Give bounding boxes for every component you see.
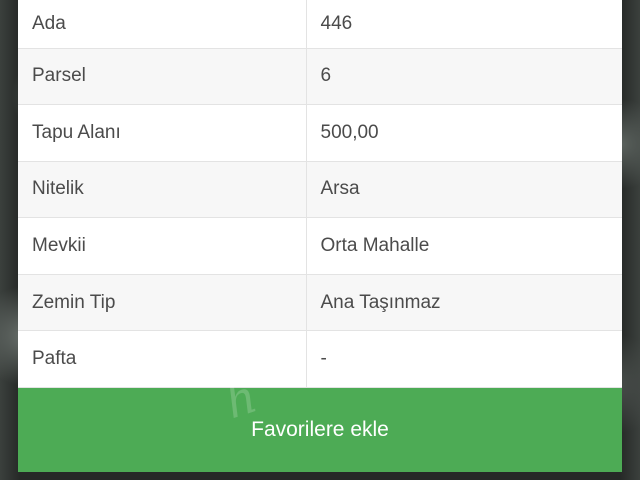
row-label-zemin-tip: Zemin Tip (18, 274, 307, 332)
row-value-pafta: - (306, 330, 622, 389)
row-label-pafta: Pafta (18, 330, 307, 389)
parcel-details-panel: Ada 446 Parsel 6 Tapu Alanı 500,00 Nitel… (18, 0, 622, 472)
table-row: Nitelik Arsa (18, 161, 622, 219)
table-row: Zemin Tip Ana Taşınmaz (18, 274, 622, 332)
row-label-parsel: Parsel (18, 48, 307, 106)
table-row: Ada 446 (18, 0, 622, 49)
table-row: Parsel 6 (18, 48, 622, 106)
add-to-favorites-button[interactable]: Favorilere ekle (18, 388, 622, 472)
table-row: Mevkii Orta Mahalle (18, 217, 622, 275)
table-row: Pafta - (18, 330, 622, 389)
parcel-details-table: Ada 446 Parsel 6 Tapu Alanı 500,00 Nitel… (18, 0, 622, 389)
row-label-tapu-alani: Tapu Alanı (18, 104, 307, 162)
row-value-ada: 446 (306, 0, 622, 49)
row-label-mevkii: Mevkii (18, 217, 307, 275)
table-row: Tapu Alanı 500,00 (18, 104, 622, 162)
row-label-nitelik: Nitelik (18, 161, 307, 219)
row-value-zemin-tip: Ana Taşınmaz (306, 274, 622, 332)
row-value-tapu-alani: 500,00 (306, 104, 622, 162)
row-label-ada: Ada (18, 0, 307, 49)
row-value-mevkii: Orta Mahalle (306, 217, 622, 275)
row-value-parsel: 6 (306, 48, 622, 106)
row-value-nitelik: Arsa (306, 161, 622, 219)
